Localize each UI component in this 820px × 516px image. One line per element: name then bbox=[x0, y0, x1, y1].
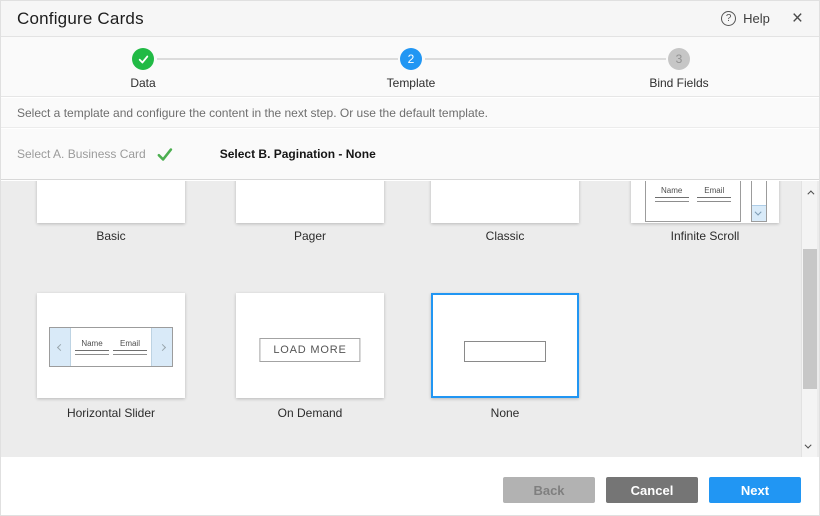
business-card-done-check-icon bbox=[156, 146, 173, 163]
template-label-on-demand: On Demand bbox=[236, 406, 384, 420]
template-label-infinite-scroll: Infinite Scroll bbox=[631, 229, 779, 243]
preview-name-label: Name bbox=[661, 186, 682, 195]
step-template-label: Template bbox=[351, 76, 471, 90]
horizontal-slider-preview: Name Email bbox=[49, 327, 173, 367]
close-icon[interactable]: × bbox=[792, 9, 803, 28]
preview-scroll-down-icon bbox=[752, 205, 766, 221]
template-card-classic[interactable] bbox=[431, 181, 579, 223]
page-title: Configure Cards bbox=[17, 9, 144, 29]
step-bind-fields-label: Bind Fields bbox=[619, 76, 739, 90]
vertical-scrollbar bbox=[801, 181, 817, 457]
scrollbar-thumb[interactable] bbox=[803, 249, 817, 389]
scroll-up-arrow[interactable] bbox=[802, 184, 817, 200]
step-template-number: 2 bbox=[400, 48, 422, 70]
template-card-none[interactable] bbox=[431, 293, 579, 398]
template-grid: Name Email Basic Pager Classic Infinite … bbox=[1, 181, 819, 457]
back-button[interactable]: Back bbox=[503, 477, 595, 503]
configure-cards-dialog: Configure Cards ? Help × Data 2 Template… bbox=[0, 0, 820, 516]
load-more-preview-button: LOAD MORE bbox=[259, 338, 360, 362]
template-card-infinite-scroll[interactable]: Name Email bbox=[631, 181, 779, 223]
select-a-business-card[interactable]: Select A. Business Card bbox=[17, 147, 146, 161]
template-label-classic: Classic bbox=[431, 229, 579, 243]
preview-email-column: Email bbox=[113, 339, 147, 355]
wizard-stepper: Data 2 Template 3 Bind Fields bbox=[1, 37, 819, 97]
next-button[interactable]: Next bbox=[709, 477, 801, 503]
none-preview-rect bbox=[464, 341, 546, 362]
preview-next-icon bbox=[151, 328, 172, 366]
preview-name-column: Name bbox=[655, 186, 689, 221]
preview-name-label: Name bbox=[81, 339, 102, 348]
template-card-basic[interactable] bbox=[37, 181, 185, 223]
help-icon[interactable]: ? bbox=[721, 11, 736, 26]
template-label-pager: Pager bbox=[236, 229, 384, 243]
template-card-on-demand[interactable]: LOAD MORE bbox=[236, 293, 384, 398]
step-data-check-icon bbox=[132, 48, 154, 70]
instruction-row: Select a template and configure the cont… bbox=[1, 98, 819, 128]
preview-name-column: Name bbox=[75, 339, 109, 355]
cancel-button[interactable]: Cancel bbox=[606, 477, 698, 503]
selection-summary-row: Select A. Business Card Select B. Pagina… bbox=[1, 129, 819, 180]
step-bind-fields-number: 3 bbox=[668, 48, 690, 70]
header-actions: ? Help × bbox=[721, 9, 803, 28]
step-template[interactable]: 2 Template bbox=[351, 48, 471, 90]
preview-email-label: Email bbox=[120, 339, 140, 348]
help-button[interactable]: Help bbox=[743, 11, 770, 26]
template-label-none: None bbox=[431, 406, 579, 420]
template-card-pager[interactable] bbox=[236, 181, 384, 223]
preview-scrollbar bbox=[751, 181, 767, 222]
step-data[interactable]: Data bbox=[83, 48, 203, 90]
step-bind-fields[interactable]: 3 Bind Fields bbox=[619, 48, 739, 90]
template-label-basic: Basic bbox=[37, 229, 185, 243]
template-label-horizontal-slider: Horizontal Slider bbox=[37, 406, 185, 420]
infinite-scroll-preview: Name Email bbox=[645, 181, 741, 222]
preview-prev-icon bbox=[50, 328, 71, 366]
select-b-pagination[interactable]: Select B. Pagination - None bbox=[220, 147, 376, 161]
dialog-header: Configure Cards ? Help × bbox=[1, 1, 819, 37]
instruction-text: Select a template and configure the cont… bbox=[17, 106, 488, 120]
template-card-horizontal-slider[interactable]: Name Email bbox=[37, 293, 185, 398]
step-data-label: Data bbox=[83, 76, 203, 90]
scroll-down-arrow[interactable] bbox=[802, 438, 817, 454]
dialog-footer: Back Cancel Next bbox=[1, 457, 819, 516]
preview-email-column: Email bbox=[697, 186, 731, 221]
preview-email-label: Email bbox=[704, 186, 724, 195]
